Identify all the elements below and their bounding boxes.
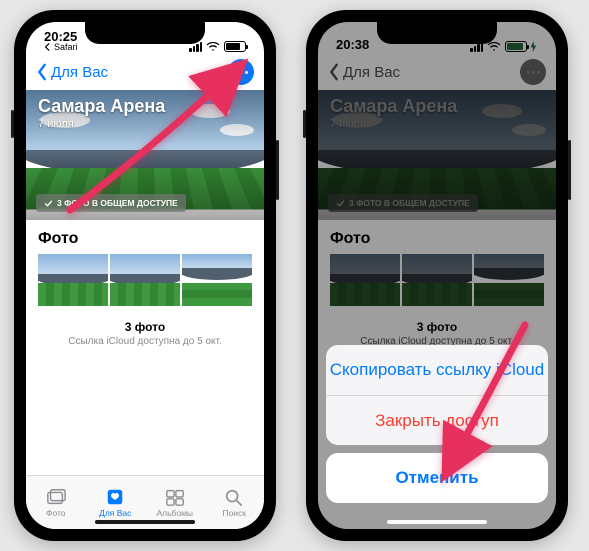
tab-label: Для Вас bbox=[99, 508, 131, 518]
home-indicator[interactable] bbox=[387, 520, 487, 524]
cancel-button[interactable]: Отменить bbox=[326, 453, 548, 503]
home-indicator[interactable] bbox=[95, 520, 195, 524]
phone-left: 20:25 Safari Для Вас bbox=[14, 10, 276, 541]
back-button[interactable]: Для Вас bbox=[36, 63, 108, 81]
stop-sharing-button[interactable]: Закрыть доступ bbox=[326, 395, 548, 445]
hero-title: Самара Арена bbox=[38, 96, 165, 117]
thumbnail-row bbox=[26, 254, 264, 306]
ellipsis-icon bbox=[235, 71, 248, 74]
back-label: Для Вас bbox=[51, 64, 108, 81]
action-sheet-backdrop[interactable]: Скопировать ссылку iCloud Закрыть доступ… bbox=[318, 22, 556, 529]
battery-icon bbox=[224, 41, 246, 52]
more-button[interactable] bbox=[228, 59, 254, 85]
screen: 20:25 Safari Для Вас bbox=[26, 22, 264, 529]
action-sheet: Скопировать ссылку iCloud Закрыть доступ bbox=[326, 345, 548, 445]
search-tab-icon bbox=[223, 487, 245, 507]
tab-search[interactable]: Поиск bbox=[205, 476, 265, 529]
shared-badge-text: 3 ФОТО В ОБЩЕМ ДОСТУПЕ bbox=[57, 198, 178, 208]
tab-label: Фото bbox=[46, 508, 66, 518]
chevron-left-icon bbox=[36, 63, 48, 81]
albums-tab-icon bbox=[164, 487, 186, 507]
hero-subtitle: 7 июля bbox=[38, 118, 74, 130]
notch bbox=[377, 22, 497, 44]
screen: 20:38 Для Вас bbox=[318, 22, 556, 529]
wifi-icon bbox=[206, 42, 220, 52]
shared-badge: 3 ФОТО В ОБЩЕМ ДОСТУПЕ bbox=[36, 194, 186, 212]
tab-label: Альбомы bbox=[156, 508, 193, 518]
thumbnail[interactable] bbox=[38, 254, 108, 306]
thumbnail[interactable] bbox=[110, 254, 180, 306]
status-right bbox=[189, 41, 246, 52]
thumbnail[interactable] bbox=[182, 254, 252, 306]
photo-count: 3 фото bbox=[26, 320, 264, 334]
tab-label: Поиск bbox=[222, 508, 246, 518]
nav-bar: Для Вас bbox=[26, 54, 264, 90]
status-back-app[interactable]: Safari bbox=[54, 42, 78, 52]
tab-photos[interactable]: Фото bbox=[26, 476, 86, 529]
link-expiry: Ссылка iCloud доступна до 5 окт. bbox=[26, 336, 264, 347]
status-time: 20:25 Safari bbox=[44, 30, 78, 52]
for-you-tab-icon bbox=[104, 487, 126, 507]
phone-right: 20:38 Для Вас bbox=[306, 10, 568, 541]
copy-icloud-link-button[interactable]: Скопировать ссылку iCloud bbox=[326, 345, 548, 395]
chevron-left-icon bbox=[44, 43, 52, 51]
section-title: Фото bbox=[26, 220, 264, 254]
notch bbox=[85, 22, 205, 44]
checkmark-icon bbox=[44, 199, 53, 208]
hero-image[interactable]: Самара Арена 7 июля 3 ФОТО В ОБЩЕМ ДОСТУ… bbox=[26, 90, 264, 220]
photos-tab-icon bbox=[45, 487, 67, 507]
